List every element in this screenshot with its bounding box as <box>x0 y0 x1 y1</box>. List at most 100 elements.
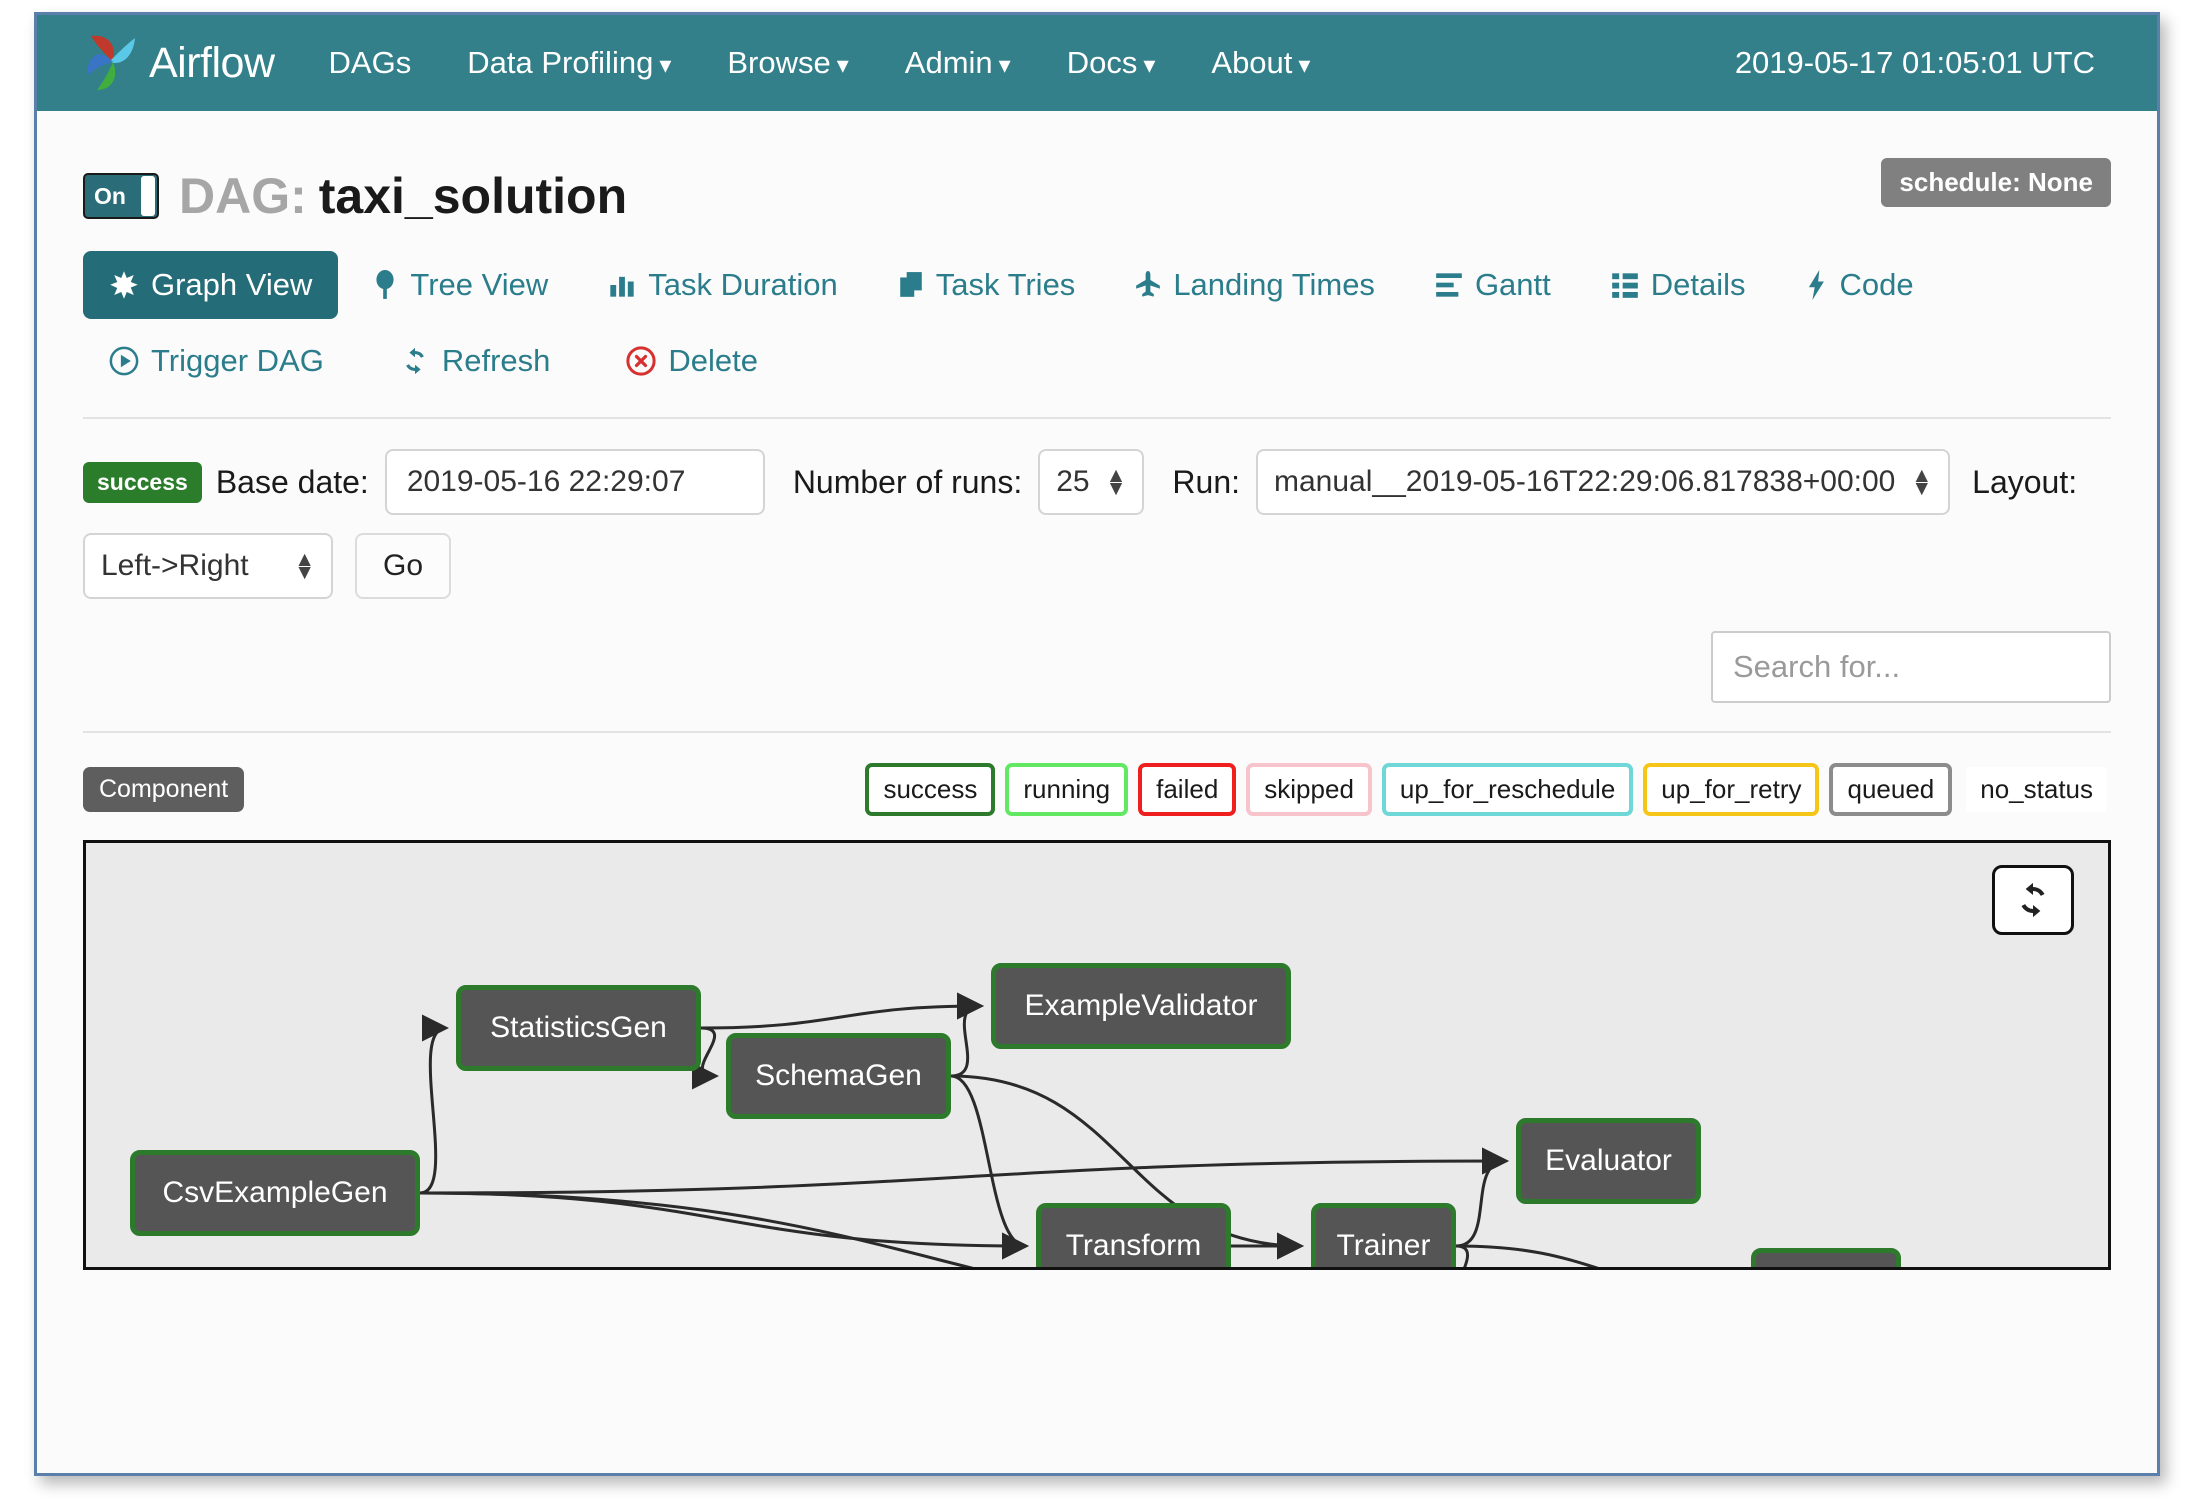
asterisk-icon <box>109 270 139 300</box>
dag-node-label: Transform <box>1066 1229 1202 1263</box>
divider <box>83 417 2111 419</box>
legend-up-for-retry[interactable]: up_for_retry <box>1643 763 1819 816</box>
refresh-button[interactable]: Refresh <box>374 333 577 389</box>
go-button[interactable]: Go <box>355 533 451 599</box>
nav-item-admin[interactable]: Admin▾ <box>905 45 1011 81</box>
copy-icon <box>898 271 924 299</box>
tab-details[interactable]: Details <box>1585 251 1772 319</box>
dag-node-trainer[interactable]: Trainer <box>1311 1203 1456 1270</box>
dag-edge-csvexamplegen-to-transform <box>420 1193 1026 1246</box>
dag-actions: Trigger DAG Refresh Delete <box>83 333 2111 389</box>
nav-item-about[interactable]: About▾ <box>1211 45 1310 81</box>
browser-window: Airflow DAGs Data Profiling▾ Browse▾ Adm… <box>34 12 2160 1476</box>
graph-controls: success Base date: Number of runs: 25 ▲▼… <box>83 449 2111 599</box>
action-label: Delete <box>668 343 758 379</box>
dag-graph-canvas[interactable]: CsvExampleGen StatisticsGen SchemaGen Examp… <box>83 840 2111 1270</box>
legend-up-for-reschedule[interactable]: up_for_reschedule <box>1382 763 1633 816</box>
base-date-input[interactable] <box>385 449 765 515</box>
dag-node-examplevalidator[interactable]: ExampleValidator <box>991 963 1291 1049</box>
tab-gantt[interactable]: Gantt <box>1409 251 1577 319</box>
dag-node-transform[interactable]: Transform <box>1036 1203 1231 1270</box>
legend-skipped[interactable]: skipped <box>1246 763 1372 816</box>
top-navbar: Airflow DAGs Data Profiling▾ Browse▾ Adm… <box>37 15 2157 111</box>
trigger-dag-button[interactable]: Trigger DAG <box>83 333 350 389</box>
toggle-knob <box>141 176 155 216</box>
dag-node-pusher[interactable]: Pusher <box>1751 1248 1901 1270</box>
view-tabs: Graph View Tree View Task Duration <box>83 251 2111 319</box>
list-icon <box>1611 272 1639 298</box>
action-label: Refresh <box>442 343 551 379</box>
schedule-badge: schedule: None <box>1881 158 2111 207</box>
dag-edge-csvexamplegen-to-statisticsgen <box>420 1028 446 1193</box>
page-root: Airflow DAGs Data Profiling▾ Browse▾ Adm… <box>0 0 2194 1506</box>
brand-text: Airflow <box>149 39 275 88</box>
dag-edge-schemagen-to-transform <box>951 1076 1026 1246</box>
graph-refresh-button[interactable] <box>1992 865 2074 935</box>
plane-icon <box>1135 271 1161 299</box>
bar-chart-icon <box>608 271 636 299</box>
dag-prefix-label: DAG: <box>179 167 307 225</box>
tab-label: Tree View <box>410 267 548 303</box>
nav-label: Browse <box>727 45 830 80</box>
spinner-arrows-icon: ▲▼ <box>294 553 315 579</box>
chevron-down-icon: ▾ <box>1298 52 1310 79</box>
dag-node-label: CsvExampleGen <box>162 1176 387 1210</box>
dag-node-label: Trainer <box>1337 1229 1431 1263</box>
legend-failed[interactable]: failed <box>1138 763 1236 816</box>
tab-task-tries[interactable]: Task Tries <box>872 251 1102 319</box>
tab-label: Code <box>1840 267 1914 303</box>
nav-item-docs[interactable]: Docs▾ <box>1067 45 1156 81</box>
dag-edge-statisticsgen-to-examplevalidator <box>701 1006 981 1028</box>
layout-select[interactable]: Left->Right ▲▼ <box>83 533 333 599</box>
tab-graph-view[interactable]: Graph View <box>83 251 338 319</box>
legend-no-status[interactable]: no_status <box>1962 763 2111 816</box>
tab-landing-times[interactable]: Landing Times <box>1109 251 1401 319</box>
search-row <box>83 631 2111 703</box>
dag-edge-csvexamplegen-to-evaluator <box>420 1161 1506 1193</box>
dag-pause-toggle[interactable]: On <box>83 173 159 219</box>
dag-edge-trainer-to-evaluator <box>1456 1161 1506 1246</box>
nav-item-data-profiling[interactable]: Data Profiling▾ <box>467 45 671 81</box>
number-of-runs-label: Number of runs: <box>793 464 1022 501</box>
status-legend: success running failed skipped up_for_re… <box>865 763 2111 816</box>
legend-running[interactable]: running <box>1005 763 1128 816</box>
dag-node-label: StatisticsGen <box>490 1011 667 1045</box>
chevron-down-icon: ▾ <box>837 52 849 79</box>
number-of-runs-stepper[interactable]: 25 ▲▼ <box>1038 449 1144 515</box>
dag-node-schemagen[interactable]: SchemaGen <box>726 1033 951 1119</box>
delete-button[interactable]: Delete <box>600 333 784 389</box>
airflow-brand[interactable]: Airflow <box>83 32 275 94</box>
nav-label: Admin <box>905 45 993 80</box>
nav-item-dags[interactable]: DAGs <box>329 45 412 81</box>
dag-edge-statisticsgen-to-schemagen <box>701 1028 716 1076</box>
tab-task-duration[interactable]: Task Duration <box>582 251 864 319</box>
refresh-icon <box>2013 880 2053 920</box>
tab-label: Gantt <box>1475 267 1551 303</box>
tab-label: Task Tries <box>936 267 1076 303</box>
dag-node-statisticsgen[interactable]: StatisticsGen <box>456 985 701 1071</box>
nav-label: About <box>1211 45 1292 80</box>
legend-row: Component success running failed skipped… <box>83 763 2111 816</box>
legend-queued[interactable]: queued <box>1829 763 1952 816</box>
nav-label: Data Profiling <box>467 45 653 80</box>
divider-2 <box>83 731 2111 733</box>
chevron-down-icon: ▾ <box>1143 52 1155 79</box>
number-of-runs-value: 25 <box>1056 465 1089 499</box>
nav-item-browse[interactable]: Browse ▾ <box>727 45 848 81</box>
tab-label: Graph View <box>151 267 312 303</box>
dag-node-label: ExampleValidator <box>1025 989 1258 1023</box>
search-input[interactable] <box>1711 631 2111 703</box>
refresh-icon <box>400 346 430 376</box>
legend-success[interactable]: success <box>865 763 995 816</box>
spinner-arrows-icon: ▲▼ <box>1911 469 1932 495</box>
dag-node-label: SchemaGen <box>755 1059 922 1093</box>
tab-code[interactable]: Code <box>1780 251 1940 319</box>
run-select[interactable]: manual__2019-05-16T22:29:06.817838+00:00… <box>1256 449 1950 515</box>
dag-edge-trainer-to-pusher <box>1456 1246 1741 1270</box>
chevron-down-icon: ▾ <box>999 52 1011 79</box>
tab-tree-view[interactable]: Tree View <box>346 251 574 319</box>
align-left-icon <box>1435 272 1463 298</box>
nav-label: DAGs <box>329 45 412 80</box>
dag-node-csvexamplegen[interactable]: CsvExampleGen <box>130 1150 420 1236</box>
dag-node-evaluator[interactable]: Evaluator <box>1516 1118 1701 1204</box>
